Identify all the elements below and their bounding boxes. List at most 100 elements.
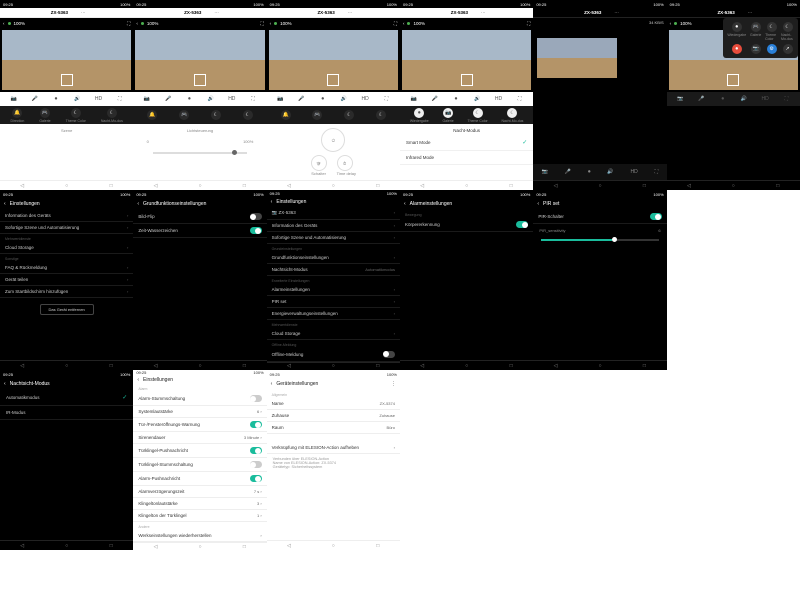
status-dot xyxy=(8,22,11,25)
chip-playback[interactable]: ⏺Wiedergabe xyxy=(727,22,746,41)
row-scene-auto[interactable]: Sofortige Szene und Automatisierung› xyxy=(267,232,400,244)
more-icon[interactable]: ⋮ xyxy=(391,381,396,387)
row-ringtone[interactable]: Klingelton der Türklingel1 › xyxy=(133,510,266,522)
row-name[interactable]: NameZX-5374 xyxy=(267,398,400,410)
row-bild-flip[interactable]: Bild-Flip xyxy=(133,210,266,224)
pir-sensitivity-slider[interactable] xyxy=(541,239,658,241)
toggle-flip[interactable] xyxy=(250,213,262,220)
live-video[interactable] xyxy=(537,38,617,78)
row-watermark[interactable]: Zeit-Wasserzeichen xyxy=(133,224,266,238)
toggle-doorbell-mute[interactable] xyxy=(250,461,262,468)
toggle-pir[interactable] xyxy=(650,213,662,220)
chip-night[interactable]: ☾Nacht-Mo-dus xyxy=(101,108,123,123)
row-nightvision[interactable]: Nachtsicht-ModusAutomatikmodus xyxy=(267,264,400,276)
row-siren-duration[interactable]: Sirenendauer3 Minute › xyxy=(133,432,266,444)
toggle-alarm-mute[interactable] xyxy=(250,395,262,402)
remove-device-button[interactable]: Das Gerät entfernen xyxy=(40,304,94,315)
tab-device[interactable]: ZX-5363 xyxy=(48,9,71,16)
toggle-watermark[interactable] xyxy=(250,227,262,234)
row-alarm-settings[interactable]: Alarmeinstellungen› xyxy=(267,284,400,296)
row-device-info[interactable]: Information des Geräts› xyxy=(267,220,400,232)
live-video[interactable] xyxy=(402,30,531,90)
row-doorbell-mute[interactable]: Türklingel-Stummschaltung xyxy=(133,458,266,472)
row-system-volume[interactable]: Systemlautstärke6 › xyxy=(133,406,266,418)
chip-record[interactable]: ⏺ xyxy=(727,44,746,54)
live-video[interactable] xyxy=(2,30,131,90)
sound-icon[interactable]: 🔊 xyxy=(73,95,81,103)
row-scene-auto[interactable]: Sofortige Szene und Automatisierung› xyxy=(0,222,133,234)
section-label: Lichtsteuerung xyxy=(187,128,213,133)
toggle-door-warning[interactable] xyxy=(250,421,262,428)
row-alarm-delay[interactable]: Alarmverzögerungszeit7 s › xyxy=(133,486,266,498)
row-home[interactable]: ZuhauseZuhause xyxy=(267,410,400,422)
fullscreen-icon[interactable]: ⛶ xyxy=(116,95,124,103)
hd-icon[interactable]: HD xyxy=(631,169,638,175)
row-homescreen[interactable]: Zum Startbildschirm hinzufügen› xyxy=(0,286,133,298)
expand-icon[interactable]: ⛶ xyxy=(127,21,130,26)
mic-icon[interactable]: 🎤 xyxy=(31,95,39,103)
screen-live-scene: 09:25100% ZX-5363⋯ ‹100%⛶ 📷 🎤 ⏺ 🔊 HD ⛶ 🔔… xyxy=(0,0,133,190)
power-button[interactable]: ⏻ xyxy=(321,128,345,152)
row-unlink-action[interactable]: Verknüpfung mit ELESION-Action aufheben› xyxy=(267,442,400,454)
snapshot-icon[interactable]: 📷 xyxy=(542,169,548,175)
sound-icon[interactable]: 🔊 xyxy=(607,169,613,175)
scene-panel: Szene xyxy=(0,124,133,180)
chip-share[interactable]: ↗ xyxy=(781,44,794,54)
chip-theme[interactable]: ☾Theme Color xyxy=(66,108,86,123)
row-auto-mode[interactable]: Automatikmodus✓ xyxy=(0,390,133,406)
row-body-detect[interactable]: Körpererkennung xyxy=(400,218,533,232)
row-power-mgmt[interactable]: Energieverwaltungseinstellungen› xyxy=(267,308,400,320)
chip-game[interactable]: 🎮Galerie xyxy=(39,108,50,123)
record-icon[interactable]: ⏺ xyxy=(52,95,60,103)
row-faq[interactable]: FAQ & Rückmeldung› xyxy=(0,262,133,274)
more-icon[interactable]: ⋯ xyxy=(81,10,86,16)
row-alarm-push[interactable]: Alarm-Pushnachricht xyxy=(133,472,266,486)
chip-night[interactable]: ☾Nacht-Mo-dus xyxy=(781,22,794,41)
row-cloud-storage[interactable]: Cloud Storage› xyxy=(267,328,400,340)
night-icon: ☾ xyxy=(507,108,517,118)
toggle-alarm-push[interactable] xyxy=(250,475,262,482)
nav-back-icon[interactable]: ◁ xyxy=(18,183,26,189)
record-icon[interactable]: ⏺ xyxy=(588,169,591,175)
row-alarm-mute[interactable]: Alarm-Stummschaltung xyxy=(133,392,266,406)
chip-theme[interactable]: ☾Theme Color xyxy=(765,22,778,41)
nav-recent-icon[interactable]: □ xyxy=(107,183,115,189)
chip-settings[interactable]: ⚙ xyxy=(765,44,778,54)
row-infrared-mode[interactable]: Infrared Mode xyxy=(400,151,533,165)
row-room[interactable]: RaumBüro xyxy=(267,422,400,434)
mic-icon[interactable]: 🎤 xyxy=(565,169,571,175)
row-smart-mode[interactable]: Smart Mode✓ xyxy=(400,135,533,151)
toggle-doorbell-push[interactable] xyxy=(250,447,262,454)
row-pir-switch[interactable]: PIR-Schalter xyxy=(533,210,666,224)
fullscreen-icon[interactable]: ⛶ xyxy=(655,169,659,175)
toggle-body-detect[interactable] xyxy=(516,221,528,228)
timedelay-button[interactable]: ⏱ xyxy=(337,155,353,171)
switch-button[interactable]: 🛡 xyxy=(311,155,327,171)
chip-gallery[interactable]: 🎮Galerie xyxy=(749,22,762,41)
chip-snapshot[interactable]: 📷 xyxy=(749,44,762,54)
snapshot-icon[interactable]: 📷 xyxy=(10,95,18,103)
row-share[interactable]: Gerät teilen› xyxy=(0,274,133,286)
row-device-info[interactable]: Information des Geräts› xyxy=(0,210,133,222)
row-device-header[interactable]: 📷 ZX-5363› xyxy=(267,207,400,220)
row-cloud-storage[interactable]: Cloud Storage› xyxy=(0,242,133,254)
toggle-offline[interactable] xyxy=(383,351,395,358)
back-icon[interactable]: ‹ xyxy=(4,201,6,207)
live-video[interactable] xyxy=(135,30,264,90)
row-doorbell-push[interactable]: Türklingel-Pushnachricht xyxy=(133,444,266,458)
live-video[interactable] xyxy=(269,30,398,90)
row-ir-mode[interactable]: IR-Modus xyxy=(0,406,133,420)
row-basic-func[interactable]: Grundfunktionseinstellungen› xyxy=(267,252,400,264)
nav-home-icon[interactable]: ○ xyxy=(63,183,71,189)
row-ring-volume[interactable]: Klingeltonlautstärke3 › xyxy=(133,498,266,510)
row-factory-reset[interactable]: Werkseinstellungen wiederherstellen› xyxy=(133,530,266,542)
back-icon[interactable]: ‹ xyxy=(3,21,5,26)
chip-direction[interactable]: 🔔Direction xyxy=(11,108,25,123)
row-offline-msg[interactable]: Offline-Meldung xyxy=(267,348,400,362)
sensitivity-label: PIR_sensitivity xyxy=(539,228,565,233)
row-pir-set[interactable]: PIR set› xyxy=(267,296,400,308)
brightness-slider[interactable] xyxy=(153,152,246,154)
row-door-warning[interactable]: Tür-/Fensteröffnungs-Warnung xyxy=(133,418,266,432)
screen-settings-main: 09:25100% ‹Einstellungen Information des… xyxy=(0,190,133,370)
hd-icon[interactable]: HD xyxy=(94,95,102,103)
